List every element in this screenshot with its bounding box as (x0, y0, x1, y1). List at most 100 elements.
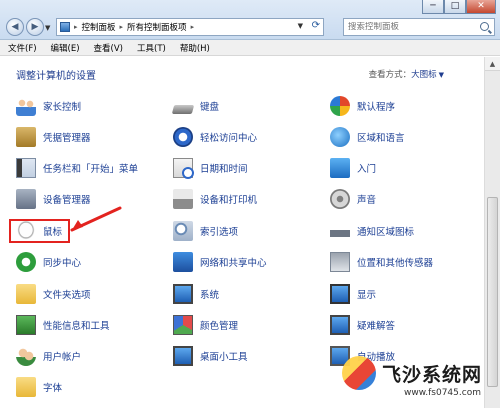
back-button[interactable]: ◀ (6, 18, 24, 36)
breadcrumb-separator[interactable]: ▸ (74, 23, 78, 31)
item-notification-icons[interactable]: 通知区域图标 (330, 220, 414, 242)
item-label: 显示 (357, 290, 377, 301)
close-button[interactable]: ✕ (466, 0, 496, 14)
item-performance[interactable]: 性能信息和工具 (16, 314, 110, 336)
view-by: 查看方式：大图标 ▼ (369, 68, 444, 80)
default-programs-icon (330, 96, 350, 116)
menu-bar: 文件(F) 编辑(E) 查看(V) 工具(T) 帮助(H) (0, 40, 500, 56)
credential-icon (16, 127, 36, 147)
system-icon (173, 284, 193, 304)
date-time-icon (173, 158, 194, 179)
item-label: 系统 (200, 290, 220, 301)
sound-icon (330, 189, 350, 209)
watermark: 飞沙系统网 www.fs0745.com (342, 352, 500, 408)
menu-tools[interactable]: 工具(T) (137, 42, 166, 54)
item-label: 家长控制 (43, 102, 82, 113)
refresh-icon[interactable]: ⟳ (312, 20, 320, 31)
item-system[interactable]: 系统 (173, 283, 219, 305)
taskbar-icon (16, 158, 36, 178)
item-label: 同步中心 (43, 258, 82, 269)
family-icon (16, 96, 36, 116)
notification-icon (330, 221, 350, 241)
item-label: 位置和其他传感器 (357, 258, 434, 269)
location-icon (330, 252, 350, 272)
recent-pages-dropdown[interactable]: ▼ (45, 24, 50, 32)
item-label: 疑难解答 (357, 321, 396, 332)
item-indexing-options[interactable]: 索引选项 (173, 220, 238, 242)
item-label: 桌面小工具 (200, 352, 248, 363)
item-default-programs[interactable]: 默认程序 (330, 95, 395, 117)
watermark-url: www.fs0745.com (404, 388, 481, 398)
item-sync-center[interactable]: 同步中心 (16, 251, 81, 273)
chevron-down-icon[interactable]: ▼ (439, 71, 444, 79)
menu-help[interactable]: 帮助(H) (180, 42, 210, 54)
item-color-management[interactable]: 颜色管理 (173, 314, 238, 336)
item-label: 文件夹选项 (43, 290, 91, 301)
color-icon (173, 315, 193, 335)
watermark-name: 飞沙系统网 (382, 364, 483, 386)
item-date-time[interactable]: 日期和时间 (173, 157, 248, 179)
item-location-sensors[interactable]: 位置和其他传感器 (330, 251, 433, 273)
maximize-button[interactable]: □ (444, 0, 466, 14)
search-input[interactable] (348, 22, 476, 32)
item-label: 字体 (43, 383, 63, 394)
search-icon[interactable] (480, 22, 489, 31)
item-label: 键盘 (200, 102, 220, 113)
menu-edit[interactable]: 编辑(E) (51, 42, 80, 54)
menu-file[interactable]: 文件(F) (8, 42, 37, 54)
item-label: 凭据管理器 (43, 133, 91, 144)
highlight-box (9, 219, 70, 243)
item-fonts[interactable]: 字体 (16, 376, 62, 398)
fonts-icon (16, 377, 36, 397)
watermark-logo (342, 356, 376, 390)
item-label: 区域和语言 (357, 133, 405, 144)
item-network-sharing[interactable]: 网络和共享中心 (173, 251, 267, 273)
menu-view[interactable]: 查看(V) (94, 42, 123, 54)
item-parental-controls[interactable]: 家长控制 (16, 95, 81, 117)
item-getting-started[interactable]: 入门 (330, 157, 376, 179)
item-label: 轻松访问中心 (200, 133, 258, 144)
item-label: 日期和时间 (200, 164, 248, 175)
item-region-language[interactable]: 区域和语言 (330, 126, 405, 148)
device-manager-icon (16, 189, 36, 209)
item-folder-options[interactable]: 文件夹选项 (16, 283, 91, 305)
item-user-accounts[interactable]: 用户帐户 (16, 345, 81, 367)
scroll-up-button[interactable]: ▲ (485, 57, 500, 71)
page-title: 调整计算机的设置 (16, 71, 96, 82)
view-by-dropdown[interactable]: 大图标 (411, 70, 437, 80)
breadcrumb-all-items[interactable]: 所有控制面板项 (127, 21, 187, 33)
item-ease-of-access[interactable]: 轻松访问中心 (173, 126, 257, 148)
ease-of-access-icon (173, 127, 193, 147)
item-label: 用户帐户 (43, 352, 82, 363)
users-icon (16, 346, 36, 366)
address-bar[interactable]: ▸ 控制面板 ▸ 所有控制面板项 ▸ ▼ ⟳ (56, 18, 324, 36)
indexing-icon (173, 221, 193, 241)
item-credential-manager[interactable]: 凭据管理器 (16, 126, 91, 148)
item-keyboard[interactable]: 键盘 (171, 95, 220, 117)
gadgets-icon (173, 346, 193, 366)
breadcrumb-separator[interactable]: ▸ (191, 23, 195, 31)
minimize-button[interactable]: ─ (422, 0, 444, 14)
item-label: 默认程序 (357, 102, 396, 113)
breadcrumb-control-panel[interactable]: 控制面板 (82, 21, 116, 33)
window-controls: ─ □ ✕ (422, 0, 496, 14)
item-devices-printers[interactable]: 设备和打印机 (173, 188, 257, 210)
display-icon (330, 284, 350, 304)
item-troubleshooting[interactable]: 疑难解答 (330, 314, 395, 336)
item-label: 性能信息和工具 (43, 321, 110, 332)
control-panel-icon (60, 22, 70, 32)
forward-button[interactable]: ▶ (26, 18, 44, 36)
item-desktop-gadgets[interactable]: 桌面小工具 (173, 345, 248, 367)
item-display[interactable]: 显示 (330, 283, 376, 305)
item-label: 颜色管理 (200, 321, 239, 332)
item-label: 通知区域图标 (357, 227, 415, 238)
item-taskbar-start-menu[interactable]: 任务栏和「开始」菜单 (16, 157, 138, 179)
item-label: 入门 (357, 164, 377, 175)
breadcrumb-separator[interactable]: ▸ (120, 23, 124, 31)
item-label: 索引选项 (200, 227, 239, 238)
search-box[interactable] (343, 18, 495, 36)
region-icon (330, 127, 350, 147)
item-sound[interactable]: 声音 (330, 188, 376, 210)
folder-icon (16, 284, 36, 304)
address-dropdown[interactable]: ▼ (298, 22, 303, 30)
